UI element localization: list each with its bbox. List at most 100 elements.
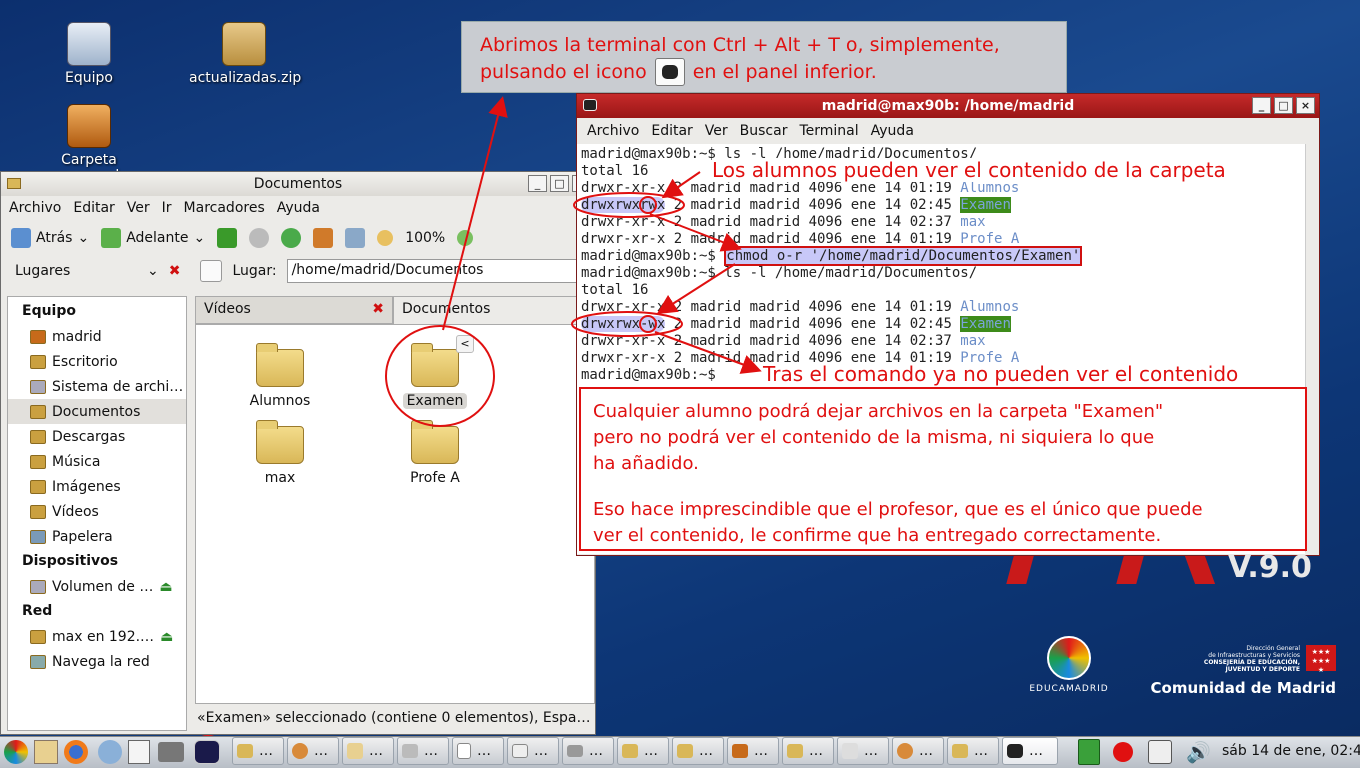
- terminal-launcher-icon[interactable]: [194, 740, 220, 764]
- menu-archivo[interactable]: Archivo: [587, 123, 639, 139]
- taskbar-window-button[interactable]: …: [562, 737, 614, 765]
- menu-editar[interactable]: Editar: [651, 123, 692, 139]
- eject-icon[interactable]: ⏏: [160, 629, 173, 645]
- menu-editar[interactable]: Editar: [73, 200, 114, 216]
- terminal-line: drwxrwxrwx 2 madrid madrid 4096 ene 14 0…: [581, 197, 1011, 213]
- tab-videos[interactable]: Vídeos ✖: [195, 296, 393, 324]
- madrid-flag-icon: ★★★ ★★★ ★: [1306, 645, 1336, 674]
- max-logo-shapes: [1006, 556, 1216, 584]
- menu-marcadores[interactable]: Marcadores: [184, 200, 265, 216]
- back-arrow-icon: [11, 228, 31, 248]
- back-button[interactable]: Atrás ⌄: [11, 228, 89, 248]
- minimize-button[interactable]: _: [1252, 97, 1271, 114]
- menu-ayuda[interactable]: Ayuda: [871, 123, 914, 139]
- taskbar-window-button[interactable]: …: [342, 737, 394, 765]
- tab-documentos[interactable]: Documentos: [393, 296, 595, 324]
- chevron-down-icon[interactable]: ⌄: [147, 263, 159, 279]
- sidebar-item-navega-red[interactable]: Navega la red: [8, 649, 186, 674]
- sidebar-item-escritorio[interactable]: Escritorio: [8, 349, 186, 374]
- text-editor-launcher-icon[interactable]: [34, 740, 58, 764]
- zoom-in-icon[interactable]: [457, 230, 474, 246]
- permissions-highlight: drwxrwx-wx: [581, 316, 666, 332]
- folder-icon: [237, 744, 253, 758]
- task-label: …: [644, 743, 658, 759]
- taskbar-window-button[interactable]: …: [727, 737, 779, 765]
- screenshot-launcher-icon[interactable]: [158, 742, 184, 762]
- taskbar-window-button[interactable]: …: [672, 737, 724, 765]
- sidebar-item-madrid[interactable]: madrid: [8, 324, 186, 349]
- close-button[interactable]: ×: [1296, 97, 1315, 114]
- sidebar-item-max-red[interactable]: max en 192.… ⏏: [8, 624, 186, 649]
- home-icon[interactable]: [313, 228, 334, 248]
- terminal-titlebar[interactable]: madrid@max90b: /home/madrid _ □ ×: [577, 94, 1319, 118]
- record-indicator-icon[interactable]: [1113, 742, 1133, 762]
- menu-ver[interactable]: Ver: [127, 200, 150, 216]
- maximize-button[interactable]: □: [1274, 97, 1293, 114]
- taskbar-window-button[interactable]: …: [507, 737, 559, 765]
- folder-profe-a[interactable]: Profe A: [380, 420, 490, 486]
- close-sidebar-icon[interactable]: ✖: [169, 263, 181, 279]
- menu-terminal[interactable]: Terminal: [799, 123, 858, 139]
- taskbar-window-button[interactable]: …: [287, 737, 339, 765]
- sidebar-item-documentos[interactable]: Documentos: [8, 399, 186, 424]
- menu-buscar[interactable]: Buscar: [740, 123, 788, 139]
- taskbar-window-button[interactable]: …: [397, 737, 449, 765]
- menu-ir[interactable]: Ir: [162, 200, 172, 216]
- desktop-icon-actualizadas-zip[interactable]: actualizadas.zip: [189, 22, 301, 86]
- sidebar-item-imagenes[interactable]: Imágenes: [8, 474, 186, 499]
- taskbar-window-button[interactable]: …: [947, 737, 999, 765]
- file-manager-titlebar[interactable]: Documentos _ □ ×: [1, 172, 595, 196]
- volume-icon[interactable]: 🔊: [1186, 740, 1211, 764]
- network-indicator-icon[interactable]: [1148, 740, 1172, 764]
- reload-icon[interactable]: [281, 228, 302, 248]
- folder-alumnos[interactable]: Alumnos: [225, 343, 335, 409]
- trash-applet-icon[interactable]: [1078, 739, 1100, 765]
- location-input[interactable]: /home/madrid/Documentos: [286, 259, 581, 283]
- menu-ver[interactable]: Ver: [705, 123, 728, 139]
- share-icon: <: [456, 335, 474, 353]
- permissions-highlight: drwxrwxrwx: [581, 197, 666, 213]
- browser-launcher-icon[interactable]: [98, 740, 122, 764]
- sidebar-item-label: Música: [52, 453, 101, 470]
- eject-icon[interactable]: ⏏: [159, 579, 172, 595]
- taskbar-terminal-button[interactable]: …: [1002, 737, 1058, 765]
- forward-button[interactable]: Adelante ⌄: [101, 228, 205, 248]
- sidebar-item-sistema[interactable]: Sistema de archi…: [8, 374, 186, 399]
- folder-examen[interactable]: Examen <: [380, 335, 490, 409]
- sidebar-item-label: max en 192.…: [52, 628, 155, 645]
- explanation-line: ver el contenido, le confirme que ha ent…: [593, 525, 1162, 546]
- computer-icon[interactable]: [345, 228, 366, 248]
- desktop-icon-equipo[interactable]: Equipo: [34, 22, 144, 86]
- menu-archivo[interactable]: Archivo: [9, 200, 61, 216]
- stop-icon[interactable]: [249, 228, 270, 248]
- menu-ayuda[interactable]: Ayuda: [277, 200, 320, 216]
- folder-icon: [411, 343, 459, 387]
- firefox-launcher-icon[interactable]: [64, 740, 88, 764]
- app-menu-icon[interactable]: [4, 740, 28, 764]
- edit-location-icon[interactable]: [200, 260, 223, 282]
- computer-icon: [67, 22, 111, 66]
- network-icon: [30, 654, 46, 669]
- sidebar-item-papelera[interactable]: Papelera: [8, 524, 186, 549]
- taskbar-window-button[interactable]: …: [617, 737, 669, 765]
- up-arrow-icon[interactable]: [217, 228, 238, 248]
- places-selector[interactable]: Lugares: [15, 263, 137, 279]
- maximize-button[interactable]: □: [550, 175, 569, 192]
- close-tab-icon[interactable]: ✖: [372, 301, 384, 319]
- notes-launcher-icon[interactable]: [128, 740, 150, 764]
- zoom-out-icon[interactable]: [377, 230, 394, 246]
- taskbar-window-button[interactable]: …: [782, 737, 834, 765]
- clock[interactable]: sáb 14 de ene, 02:48: [1222, 743, 1360, 759]
- editor-icon: [347, 743, 363, 759]
- sidebar-item-volumen[interactable]: Volumen de … ⏏: [8, 574, 186, 599]
- task-label: …: [369, 743, 383, 759]
- taskbar-window-button[interactable]: …: [837, 737, 889, 765]
- sidebar-item-descargas[interactable]: Descargas: [8, 424, 186, 449]
- folder-max[interactable]: max: [225, 420, 335, 486]
- minimize-button[interactable]: _: [528, 175, 547, 192]
- taskbar-window-button[interactable]: …: [892, 737, 944, 765]
- sidebar-item-videos[interactable]: Vídeos: [8, 499, 186, 524]
- taskbar-window-button[interactable]: …: [232, 737, 284, 765]
- sidebar-item-musica[interactable]: Música: [8, 449, 186, 474]
- taskbar-window-button[interactable]: …: [452, 737, 504, 765]
